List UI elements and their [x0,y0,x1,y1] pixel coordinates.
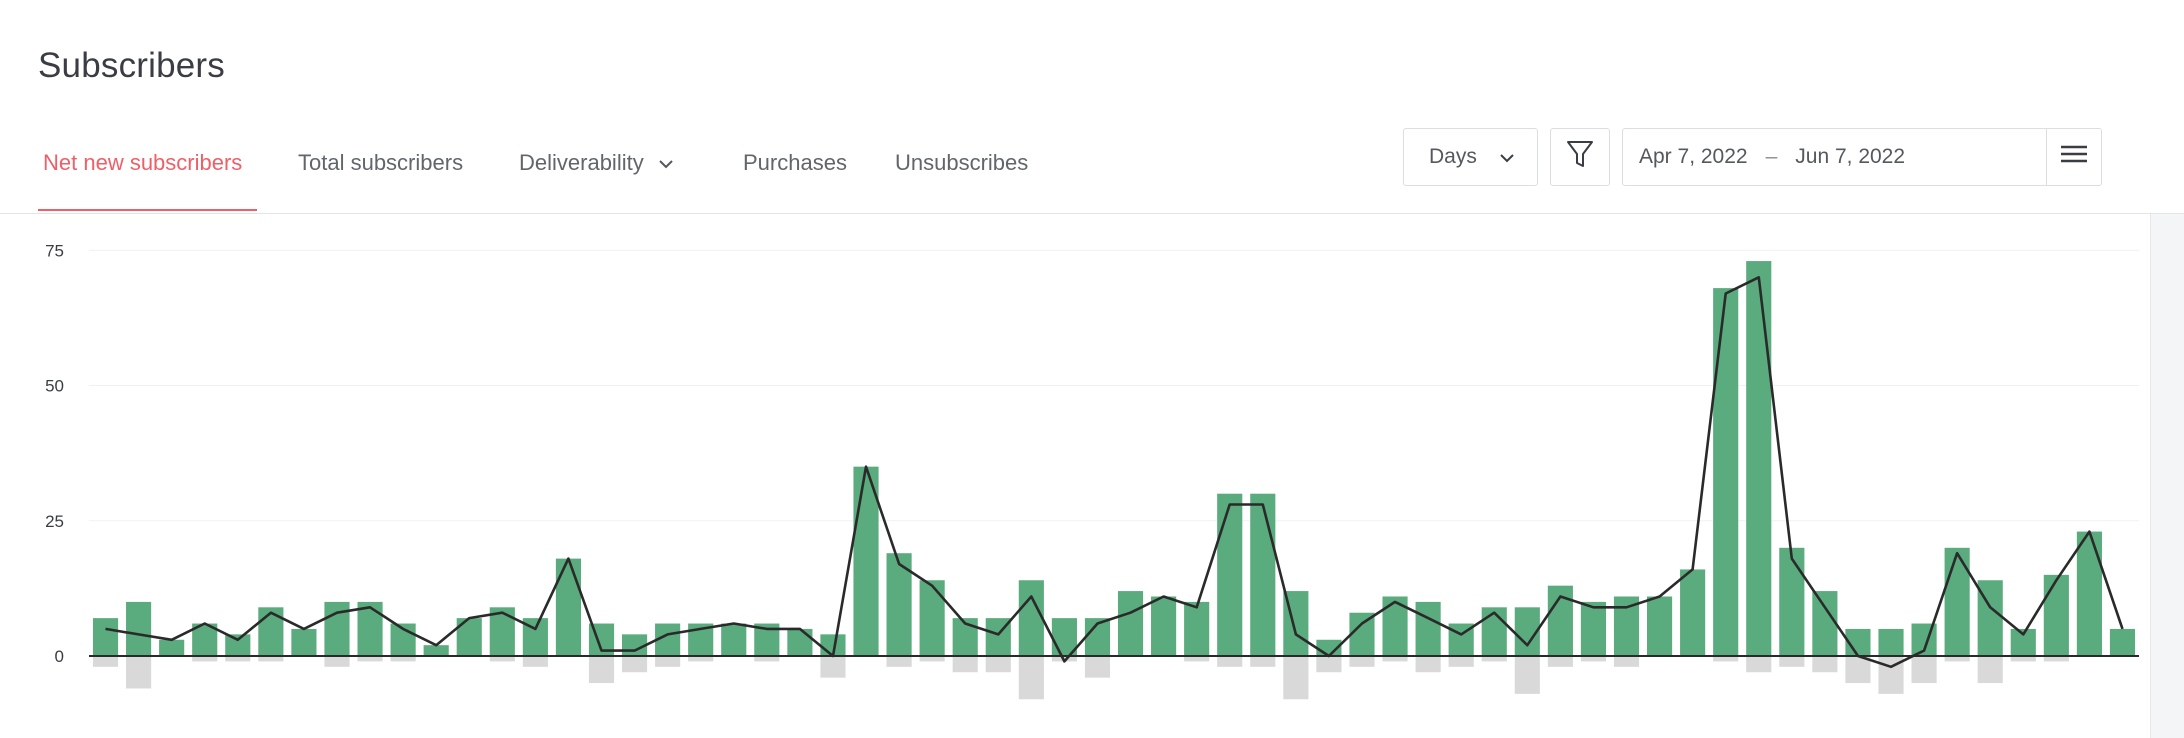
page-title: Subscribers [38,46,225,85]
date-separator: – [1765,145,1778,168]
positive-bar [291,628,317,656]
negative-bar [92,656,119,667]
menu-button[interactable] [2046,129,2101,185]
granularity-value: Days [1429,145,1477,168]
positive-bar [1184,601,1210,656]
negative-bar [1977,656,2003,684]
date-range-text[interactable]: Apr 7, 2022– Jun 7, 2022 [1623,145,2046,169]
tab-unsubscribes[interactable]: Unsubscribes [895,150,1028,176]
positive-bar [1647,596,1673,656]
negative-bar [1217,656,1243,667]
negative-bar [655,656,681,667]
negative-bar [1812,656,1838,673]
positive-bar [1746,261,1772,656]
positive-bar [1481,607,1507,656]
positive-bar [1878,628,1904,656]
y-tick-label: 0 [55,647,64,666]
positive-bar [721,623,747,656]
tab-deliverability-label: Deliverability [519,150,644,175]
active-tab-indicator [38,209,257,211]
negative-bar [985,656,1011,673]
negative-bar [1283,656,1309,700]
chevron-down-icon [1499,145,1515,169]
negative-bar [1911,656,1937,684]
filter-icon [1566,139,1594,175]
y-tick-label: 25 [45,512,64,531]
positive-bar [787,628,813,656]
positive-bar [1713,288,1739,656]
granularity-select[interactable]: Days [1403,128,1538,186]
negative-bar [126,656,152,689]
positive-bar [1580,601,1606,656]
negative-bar [1514,656,1540,694]
positive-bar [92,618,119,656]
negative-bar [622,656,648,673]
negative-bar [1250,656,1276,667]
positive-bar [2109,628,2136,656]
tab-net-new-subscribers[interactable]: Net new subscribers [43,150,242,176]
date-end: Jun 7, 2022 [1795,145,1906,168]
date-range-picker[interactable]: Apr 7, 2022– Jun 7, 2022 [1622,128,2102,186]
chevron-down-icon [658,149,674,175]
negative-bar [1316,656,1342,673]
y-tick-label: 50 [45,377,64,396]
positive-bar [1151,596,1177,656]
negative-bar [324,656,350,667]
positive-bar [1250,493,1276,656]
positive-bar [159,639,185,656]
date-start: Apr 7, 2022 [1639,145,1748,168]
positive-bar [1018,580,1044,656]
positive-bar [555,558,581,656]
positive-bar [126,601,152,656]
negative-bar [952,656,978,673]
negative-bar [588,656,615,684]
positive-bar [1680,569,1706,656]
negative-bar [1084,656,1111,678]
tab-deliverability[interactable]: Deliverability [519,150,674,176]
negative-bar [1746,656,1772,673]
negative-bar [1018,656,1044,700]
negative-bar [1448,656,1474,667]
negative-bar [1547,656,1573,667]
positive-bar [2043,574,2069,656]
filter-button[interactable] [1550,128,1610,186]
negative-bar [522,656,548,667]
negative-bar [886,656,912,667]
negative-bar [1613,656,1640,667]
subscribers-chart: 0 25 50 75 [45,241,2139,700]
negative-bar [1779,656,1805,667]
positive-bar [1117,591,1144,656]
positive-bar [2076,531,2102,656]
negative-bar [820,656,846,678]
positive-bar [225,634,251,656]
positive-bar [1812,591,1838,656]
tab-total-subscribers[interactable]: Total subscribers [298,150,463,176]
tab-purchases[interactable]: Purchases [743,150,847,176]
positive-bar [1415,601,1441,656]
menu-icon [2060,145,2088,169]
scroll-track[interactable] [2150,214,2184,738]
y-tick-label: 75 [45,241,64,260]
positive-bar [1779,547,1805,656]
positive-bar [1944,547,1970,656]
negative-bar [1415,656,1441,673]
negative-bar [1349,656,1375,667]
positive-bar [423,645,449,656]
positive-bar [919,580,945,656]
positive-bar [258,607,284,656]
positive-bar [1217,493,1243,656]
